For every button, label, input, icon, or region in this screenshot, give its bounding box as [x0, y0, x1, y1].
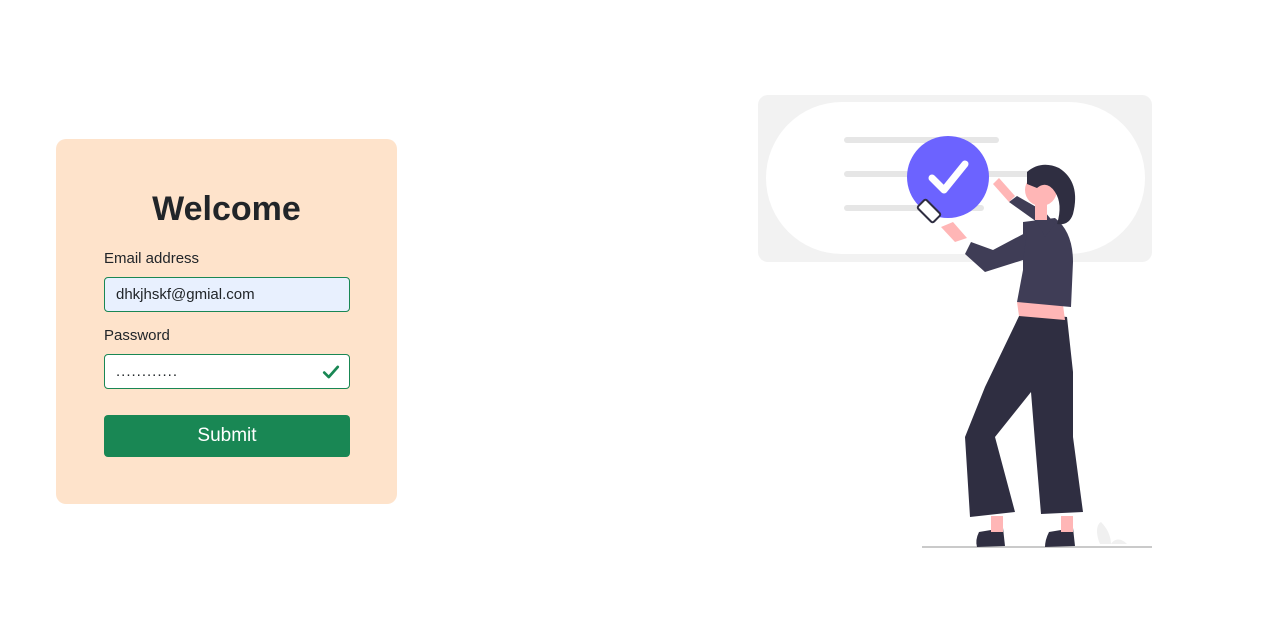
- password-field[interactable]: [104, 354, 350, 389]
- email-label: Email address: [104, 250, 200, 267]
- password-label: Password: [104, 327, 170, 344]
- email-field[interactable]: [104, 277, 350, 312]
- submit-button[interactable]: Submit: [104, 415, 350, 457]
- login-page: Welcome Email address Password Submit: [0, 0, 1280, 623]
- page-title: Welcome: [152, 190, 301, 228]
- checkmark-icon: [322, 365, 340, 379]
- login-card: Welcome Email address Password Submit: [56, 139, 397, 504]
- illustration-image: [758, 95, 1152, 548]
- plant-shape: [1097, 522, 1127, 544]
- illustration-line: [844, 137, 999, 143]
- ground-line: [922, 546, 1152, 548]
